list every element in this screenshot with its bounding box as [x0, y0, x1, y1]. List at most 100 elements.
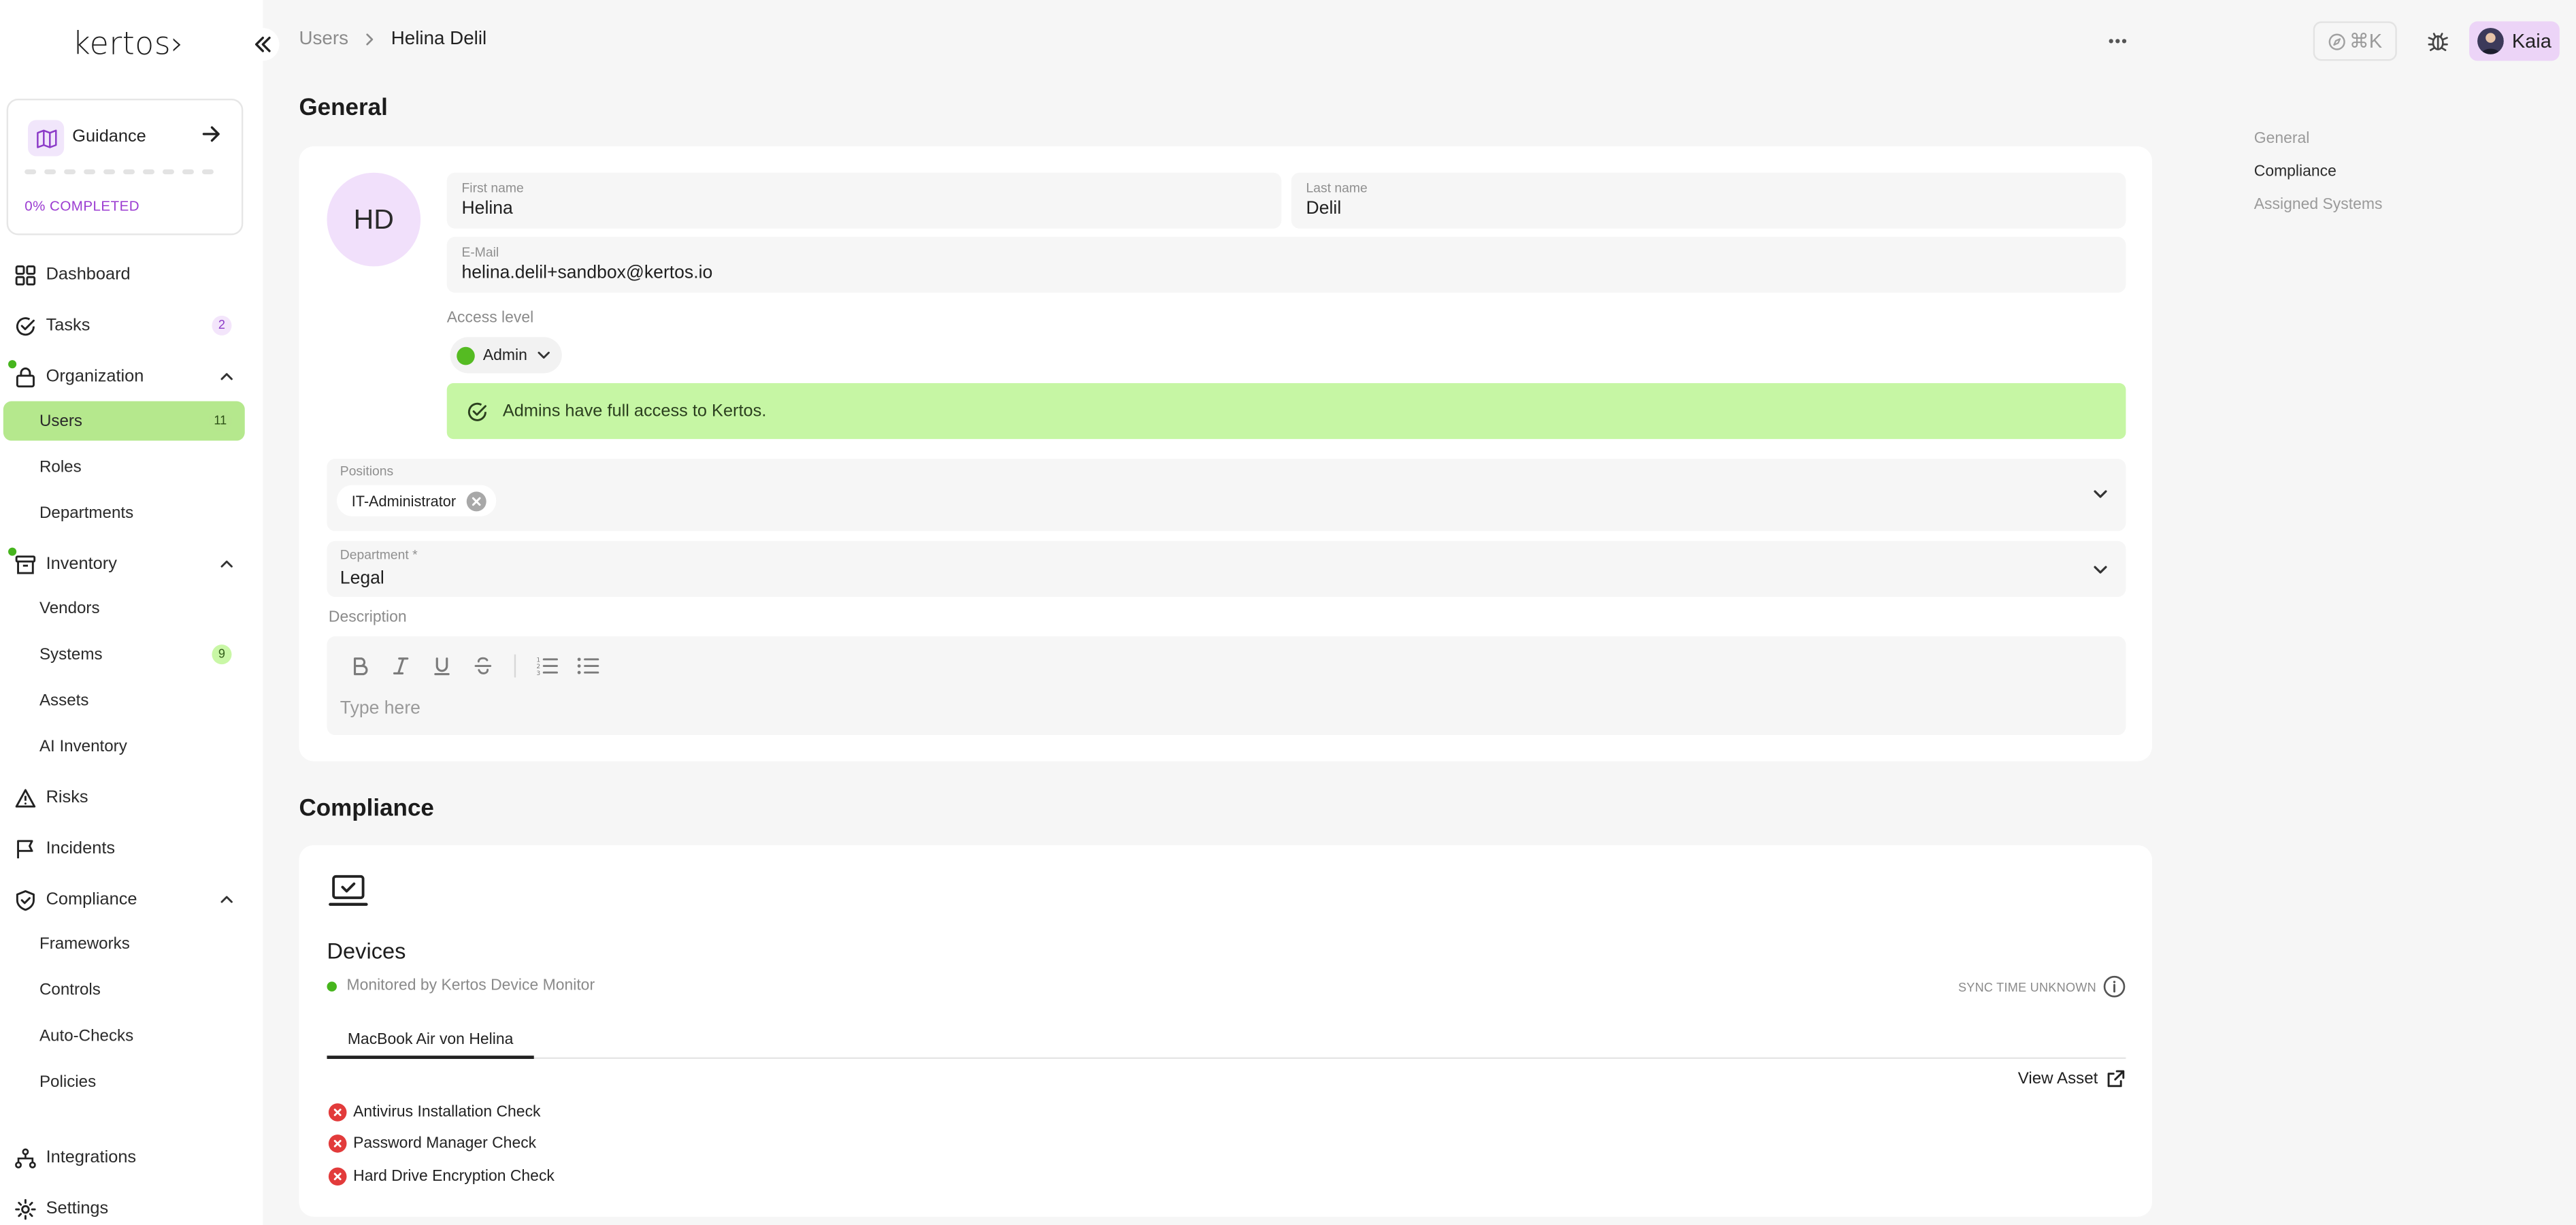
chevron-up-icon[interactable]	[218, 892, 235, 908]
tasks-count-badge: 2	[212, 315, 232, 336]
gear-icon	[13, 1197, 36, 1220]
guidance-progress-steps	[24, 169, 214, 175]
sidebar-item-frameworks[interactable]: Frameworks	[3, 924, 245, 964]
sidebar-item-label: Organization	[46, 366, 144, 387]
sidebar-item-label: Inventory	[46, 554, 117, 574]
sidebar-item-label: Systems	[39, 645, 103, 664]
last-name-field[interactable]: Last name Delil	[1291, 172, 2126, 229]
more-options-button[interactable]	[2103, 28, 2132, 54]
bug-report-button[interactable]	[2422, 23, 2454, 59]
tab-device[interactable]: MacBook Air von Helina	[327, 1023, 534, 1059]
sidebar-item-label: Vendors	[39, 599, 100, 618]
lock-icon	[13, 365, 36, 388]
check-label: Hard Drive Encryption Check	[353, 1167, 555, 1186]
sidebar-item-label: Controls	[39, 981, 101, 999]
department-select[interactable]: Department * Legal	[327, 540, 2126, 598]
view-asset-link[interactable]: View Asset	[2018, 1068, 2126, 1088]
sidebar-item-label: Assets	[39, 691, 89, 710]
sidebar-item-integrations[interactable]: Integrations	[3, 1138, 245, 1177]
access-notice-banner: Admins have full access to Kertos.	[446, 382, 2126, 440]
sidebar-item-label: Frameworks	[39, 934, 130, 953]
sidebar-item-policies[interactable]: Policies	[3, 1062, 245, 1102]
sidebar-item-dashboard[interactable]: Dashboard	[3, 255, 245, 294]
sidebar-item-label: Risks	[46, 787, 88, 808]
sidebar-item-inventory[interactable]: Inventory	[3, 544, 245, 584]
info-icon[interactable]	[2103, 975, 2126, 998]
description-editor[interactable]: 123 Type here	[327, 636, 2126, 736]
users-count-badge: 11	[209, 411, 232, 431]
sidebar-item-vendors[interactable]: Vendors	[3, 589, 245, 628]
bulleted-list-icon[interactable]	[575, 653, 601, 679]
sidebar-item-organization[interactable]: Organization	[3, 357, 245, 396]
access-level-select[interactable]: Admin	[450, 337, 562, 374]
systems-count-badge: 9	[212, 644, 232, 665]
compliance-check-row: Hard Drive Encryption Check	[328, 1167, 555, 1186]
sidebar-item-label: Dashboard	[46, 264, 131, 284]
kertos-logo[interactable]: kertos›	[72, 27, 184, 63]
toc-link-assigned-systems[interactable]: Assigned Systems	[2254, 196, 2383, 229]
sidebar-item-label: Departments	[39, 504, 134, 523]
email-field[interactable]: E-Mail helina.delil+sandbox@kertos.io	[446, 236, 2126, 293]
bold-icon[interactable]	[346, 653, 373, 679]
compass-icon	[2328, 33, 2345, 50]
collapse-sidebar-button[interactable]	[246, 28, 280, 61]
sidebar-item-compliance[interactable]: Compliance	[3, 880, 245, 919]
ordered-list-icon[interactable]: 123	[534, 653, 561, 679]
sidebar-item-incidents[interactable]: Incidents	[3, 829, 245, 868]
compliance-card: Devices Monitored by Kertos Device Monit…	[299, 845, 2153, 1217]
positions-select[interactable]: Positions IT-Administrator	[327, 459, 2126, 532]
user-menu-button[interactable]: Kaia	[2469, 21, 2560, 61]
description-placeholder: Type here	[340, 698, 420, 719]
compliance-check-row: Antivirus Installation Check	[328, 1103, 541, 1122]
user-avatar[interactable]: HD	[327, 172, 421, 267]
sidebar-item-departments[interactable]: Departments	[3, 493, 245, 533]
command-shortcut: ⌘K	[2349, 29, 2383, 53]
sidebar-item-users[interactable]: Users 11	[3, 401, 245, 441]
sidebar-item-label: AI Inventory	[39, 737, 127, 756]
toc-link-general[interactable]: General	[2254, 130, 2383, 163]
underline-icon[interactable]	[429, 653, 455, 679]
first-name-value: Helina	[461, 199, 513, 219]
department-label: Department *	[340, 547, 418, 563]
last-name-label: Last name	[1306, 180, 1368, 196]
sidebar-item-label: Integrations	[46, 1147, 137, 1168]
sidebar-item-roles[interactable]: Roles	[3, 447, 245, 487]
remove-chip-icon[interactable]	[465, 491, 486, 511]
breadcrumb-users-link[interactable]: Users	[299, 29, 348, 49]
command-palette-button[interactable]: ⌘K	[2313, 21, 2397, 61]
sidebar-item-systems[interactable]: Systems 9	[3, 635, 245, 674]
sidebar-item-ai-inventory[interactable]: AI Inventory	[3, 727, 245, 766]
department-value: Legal	[340, 568, 384, 589]
sidebar-item-assets[interactable]: Assets	[3, 681, 245, 720]
check-label: Password Manager Check	[353, 1134, 537, 1153]
failed-x-icon	[328, 1167, 347, 1186]
chevron-up-icon[interactable]	[218, 368, 235, 385]
failed-x-icon	[328, 1103, 347, 1122]
access-level-value: Admin	[482, 346, 527, 365]
sidebar-item-risks[interactable]: Risks	[3, 778, 245, 817]
sync-text: SYNC TIME UNKNOWN	[1958, 979, 2096, 994]
sidebar-item-auto-checks[interactable]: Auto-Checks	[3, 1016, 245, 1056]
guidance-progress-text: 0% COMPLETED	[24, 197, 140, 214]
toc-link-compliance[interactable]: Compliance	[2254, 163, 2383, 195]
access-level-label: Access level	[446, 309, 534, 327]
first-name-field[interactable]: First name Helina	[446, 172, 1282, 229]
general-section-title: General	[299, 95, 388, 122]
guidance-card[interactable]: Guidance 0% COMPLETED	[6, 98, 244, 235]
sidebar-item-settings[interactable]: Settings	[3, 1189, 245, 1225]
sidebar-item-label: Compliance	[46, 889, 137, 910]
chevron-up-icon[interactable]	[218, 556, 235, 572]
sidebar-item-tasks[interactable]: Tasks 2	[3, 306, 245, 345]
position-chip-label: IT-Administrator	[351, 492, 457, 509]
breadcrumb: Users Helina Delil	[299, 29, 486, 49]
sidebar-item-label: Roles	[39, 457, 82, 476]
sync-status: SYNC TIME UNKNOWN	[1958, 975, 2126, 998]
italic-icon[interactable]	[388, 653, 414, 679]
sidebar-item-controls[interactable]: Controls	[3, 970, 245, 1010]
integrations-tree-icon	[13, 1146, 36, 1169]
chevron-down-icon[interactable]	[2092, 561, 2110, 579]
strikethrough-icon[interactable]	[470, 653, 497, 679]
svg-text:3: 3	[536, 670, 540, 676]
arrow-right-icon[interactable]	[201, 123, 222, 152]
chevron-down-icon[interactable]	[2092, 485, 2110, 504]
